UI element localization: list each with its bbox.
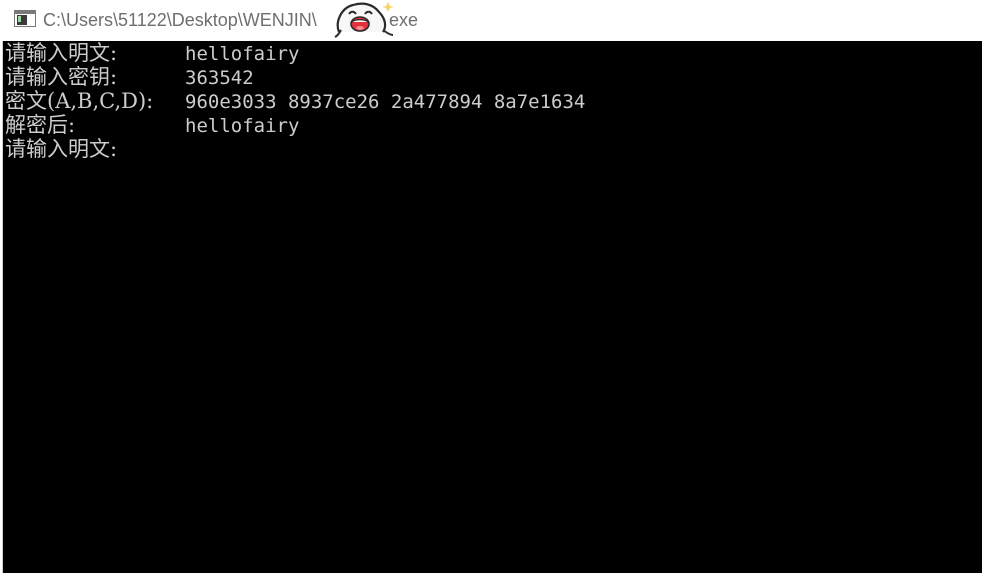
icon-cursor	[18, 16, 21, 22]
console-line: 密文(A,B,C,D): 960e3033 8937ce26 2a477894 8…	[5, 89, 585, 113]
console-window-icon[interactable]	[14, 10, 36, 27]
cartoon-face-sticker-icon	[334, 2, 394, 38]
title-bar[interactable]: C:\Users\51122\Desktop\WENJIN\ exe	[0, 0, 982, 41]
console-output-area[interactable]: 请输入明文: hellofairy 请输入密钥: 363542 密文(A,B,C,D…	[2, 41, 982, 573]
prompt-label: 请输入密钥:	[5, 65, 118, 89]
console-line: 请输入密钥: 363542	[5, 65, 254, 89]
prompt-value: hellofairy	[185, 115, 300, 137]
window-title-suffix: exe	[389, 10, 419, 30]
console-line: 请输入明文: hellofairy	[5, 41, 299, 65]
prompt-label: 解密后:	[5, 113, 76, 137]
window-title: C:\Users\51122\Desktop\WENJIN\	[43, 10, 317, 30]
icon-title-strip	[15, 11, 35, 14]
console-window: C:\Users\51122\Desktop\WENJIN\ exe 请输入明文…	[0, 0, 982, 573]
prompt-value: 363542	[185, 67, 254, 89]
prompt-label: 密文(A,B,C,D):	[5, 89, 154, 113]
console-line: 请输入明文:	[5, 137, 185, 161]
prompt-value: 960e3033 8937ce26 2a477894 8a7e1634	[185, 91, 586, 113]
prompt-label: 请输入明文:	[5, 41, 118, 65]
prompt-label: 请输入明文:	[5, 137, 118, 161]
console-line: 解密后: hellofairy	[5, 113, 299, 137]
prompt-value: hellofairy	[185, 43, 300, 65]
